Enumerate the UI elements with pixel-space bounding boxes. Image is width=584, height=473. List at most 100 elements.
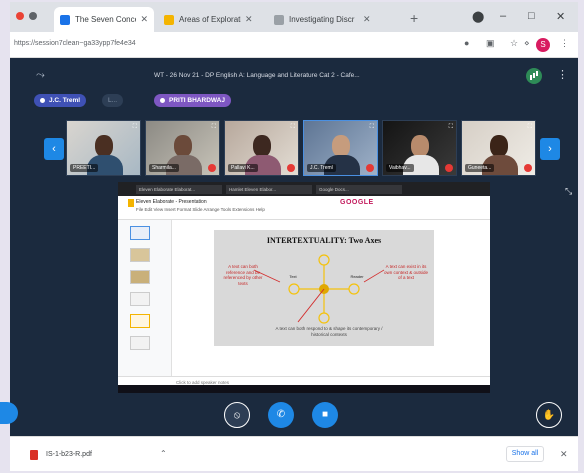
mic-muted-icon (445, 164, 453, 172)
close-download-bar-icon[interactable]: ✕ (560, 449, 568, 460)
key-icon[interactable]: ● (464, 38, 469, 48)
url-field[interactable]: https://session7clean~ga33ypp7fe4e34 (14, 40, 136, 47)
participant-tile[interactable]: ⛶ PREETI... (66, 120, 141, 176)
participant-tile[interactable]: ⛶ Pallavi K... (224, 120, 299, 176)
mic-muted-icon (287, 164, 295, 172)
slide-thumbnail (130, 270, 150, 284)
slide-thumbnail (130, 248, 150, 262)
mic-muted-button[interactable]: ⦸ (224, 402, 250, 428)
expand-icon[interactable]: ⛶ (291, 124, 295, 131)
expand-icon[interactable]: ⛶ (212, 124, 216, 131)
tab-favicon-icon (60, 14, 70, 25)
camera-permission-icon[interactable]: ▣ (486, 38, 495, 49)
pdf-file-icon (30, 450, 38, 460)
close-dot-icon[interactable] (16, 12, 24, 20)
close-window-icon[interactable]: ✕ (556, 10, 565, 23)
raise-hand-icon: ✋ (542, 410, 556, 421)
participant-name: Pallavi K... (228, 164, 258, 172)
speaker-icon (160, 98, 165, 103)
slide-thumbnail (130, 226, 150, 240)
download-file-name[interactable]: IS-1-b23-R.pdf (46, 451, 92, 458)
more-options-icon[interactable]: ⋮ (557, 68, 568, 81)
pill-label: L... (108, 97, 118, 104)
bottom-axis-text: A text can both respond to & shape its c… (275, 326, 383, 337)
chevron-up-icon[interactable]: ⌃ (160, 449, 167, 458)
tab-favicon-icon (274, 14, 284, 25)
next-participants-button[interactable]: › (540, 138, 560, 160)
mic-muted-icon: ⦸ (233, 410, 241, 421)
raise-hand-button[interactable]: ✋ (536, 402, 562, 428)
reader-node-label: Reader (350, 274, 364, 279)
participant-name: J.C. Treml (307, 164, 336, 172)
shared-browser-tabs: Eleven Elaborate Elaborat... Hamlet Elev… (118, 182, 490, 196)
expand-icon[interactable]: ⛶ (133, 124, 137, 131)
presenter-pill[interactable]: J.C. Treml (34, 94, 87, 107)
participant-name: PREETI... (70, 164, 99, 172)
pill-label: J.C. Treml (49, 97, 81, 104)
left-axis-text: A text can both reference and be referen… (223, 264, 263, 286)
expand-icon[interactable]: ⛶ (370, 124, 374, 131)
participant-name: Guneeta... (465, 164, 495, 172)
document-title: Eleven Elaborate - Presentation (136, 199, 207, 205)
slides-menu: File Edit View Insert Format Slide Arran… (136, 207, 265, 212)
meeting-area: ⤳ WT - 26 Nov 21 - DP English A: Languag… (10, 58, 578, 436)
record-icon[interactable]: ⬤ (472, 10, 484, 23)
tab-title: Investigating Discr (289, 15, 355, 24)
mic-muted-icon (366, 164, 374, 172)
new-tab-button[interactable]: + (410, 10, 418, 26)
tab-favicon-icon (164, 14, 174, 25)
presenter-icon (40, 98, 45, 103)
pill-label: PRITI BHARDWAJ (169, 97, 225, 104)
mic-muted-icon (524, 164, 532, 172)
phone-button[interactable]: ✆ (268, 402, 294, 428)
tab-investigating[interactable]: Investigating Discr ✕ (268, 7, 380, 32)
fullscreen-icon[interactable]: ⤡ (565, 186, 572, 197)
slide-canvas: INTERTEXTUALITY: Two Axes A text can bot… (172, 220, 490, 376)
camera-icon: ■ (321, 409, 329, 420)
phone-icon: ✆ (276, 409, 286, 420)
participant-tile[interactable]: ⛶ Sharmila... (145, 120, 220, 176)
extensions-icon[interactable]: ⋄ (524, 38, 530, 49)
prev-participants-button[interactable]: ‹ (44, 138, 64, 160)
participant-name: Vaibhav... (386, 164, 414, 172)
slide-thumbnail (130, 292, 150, 306)
tab-title: The Seven Concep (75, 15, 136, 24)
participant-tile[interactable]: ⛶ Guneeta... (461, 120, 536, 176)
share-screen-icon[interactable]: ⤳ (36, 69, 45, 82)
profile-avatar[interactable]: S (536, 38, 550, 52)
show-all-button[interactable]: Show all (506, 446, 544, 462)
current-slide: INTERTEXTUALITY: Two Axes A text can bot… (214, 230, 434, 346)
close-tab-icon[interactable]: ✕ (140, 14, 148, 25)
camera-button[interactable]: ■ (312, 402, 338, 428)
participant-pill[interactable]: L... (102, 94, 124, 107)
bookmark-star-icon[interactable]: ☆ (510, 38, 518, 49)
text-node-label: Text (289, 274, 297, 279)
shared-taskbar (118, 385, 490, 393)
participant-name: Sharmila... (149, 164, 179, 172)
shared-tab: Hamlet Eleven Elabor... (226, 185, 312, 194)
slide-thumbnail (130, 314, 150, 328)
minimize-dot-icon[interactable] (29, 12, 37, 20)
speaker-pill[interactable]: PRITI BHARDWAJ (154, 94, 231, 107)
menu-icon[interactable]: ⋮ (560, 38, 569, 49)
close-tab-icon[interactable]: ✕ (245, 14, 253, 25)
tab-areas-of-exploration[interactable]: Areas of Explorati ✕ (158, 7, 264, 32)
minimize-icon[interactable]: – (500, 10, 506, 22)
browser-window: The Seven Concep ✕ Areas of Explorati ✕ … (10, 2, 578, 471)
tab-title: Areas of Explorati (179, 15, 241, 24)
slide-filmstrip (118, 220, 172, 376)
tab-strip: The Seven Concep ✕ Areas of Explorati ✕ … (10, 2, 578, 32)
maximize-icon[interactable]: □ (528, 10, 535, 22)
slides-toolbar: Eleven Elaborate - Presentation File Edi… (118, 196, 490, 220)
close-tab-icon[interactable]: ✕ (363, 14, 371, 25)
connection-stats-icon[interactable] (526, 68, 542, 84)
mic-muted-icon (208, 164, 216, 172)
slide-thumbnail (130, 336, 150, 350)
expand-icon[interactable]: ⛶ (449, 124, 453, 131)
download-bar: IS-1-b23-R.pdf ⌃ Show all ✕ (10, 436, 578, 471)
shared-tab: Eleven Elaborate Elaborat... (136, 185, 222, 194)
tab-seven-concepts[interactable]: The Seven Concep ✕ (54, 7, 154, 32)
participant-tile-active[interactable]: ⛶ J.C. Treml (303, 120, 378, 176)
participant-tile[interactable]: ⛶ Vaibhav... (382, 120, 457, 176)
expand-icon[interactable]: ⛶ (528, 124, 532, 131)
